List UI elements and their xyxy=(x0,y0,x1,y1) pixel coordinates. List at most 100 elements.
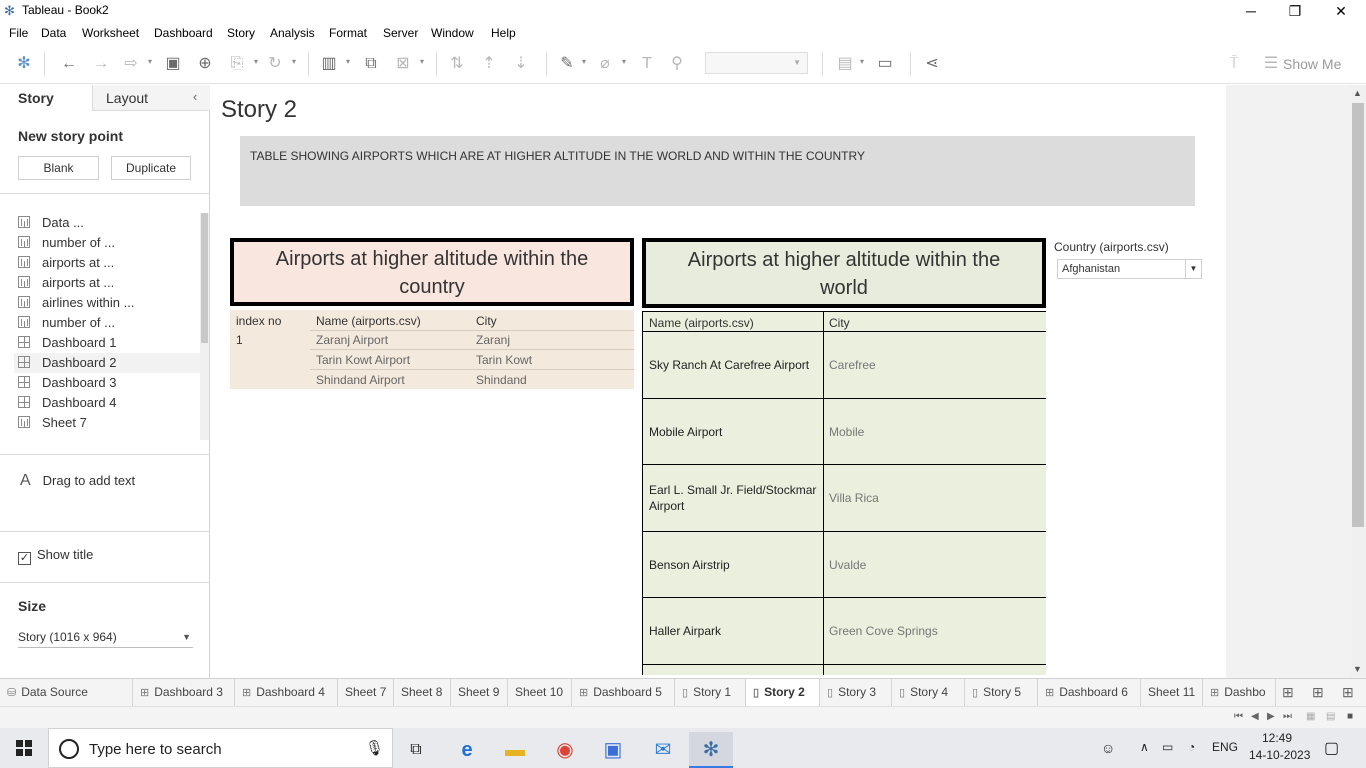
sheet-item[interactable]: Sheet 7 xyxy=(18,413,198,433)
sheet-sorter-icon[interactable]: ▦ xyxy=(1306,711,1315,722)
sheet-tab[interactable]: ▯ Story 4 xyxy=(892,679,965,706)
minimize-button[interactable]: ─ xyxy=(1228,0,1274,22)
sheet-item[interactable]: Dashboard 1 xyxy=(18,333,198,353)
mail-icon[interactable]: ✉ xyxy=(641,732,685,768)
vertical-scrollbar[interactable]: ▲ ▼ xyxy=(1350,85,1366,678)
first-tab-icon[interactable]: ⏮ xyxy=(1234,711,1243,722)
tabs-view-icon[interactable]: ■ xyxy=(1347,711,1353,722)
share-icon[interactable]: ⋖ xyxy=(921,53,943,75)
column-header[interactable]: City xyxy=(476,314,497,328)
drag-to-add-text[interactable]: A Drag to add text xyxy=(20,472,135,490)
scroll-up-icon[interactable]: ▲ xyxy=(1353,88,1362,98)
task-view-icon[interactable]: ⧉ xyxy=(394,732,438,768)
sort-descending-icon[interactable]: ⇣ xyxy=(510,53,532,75)
battery-icon[interactable]: ▭ xyxy=(1162,740,1173,754)
sheet-item[interactable]: airports at ... xyxy=(18,273,198,293)
fit-dropdown[interactable]: ▼ xyxy=(705,52,808,74)
sheet-list-scrollbar[interactable] xyxy=(200,213,209,440)
menu-worksheet[interactable]: Worksheet xyxy=(82,26,139,40)
show-cards-icon[interactable]: ▤ xyxy=(834,53,856,75)
collapse-panel-icon[interactable]: ‹ xyxy=(193,89,197,104)
new-worksheet-icon[interactable]: ⊞ xyxy=(1282,684,1294,701)
people-icon[interactable]: ☺ xyxy=(1101,740,1115,756)
sheet-tab[interactable]: ▯ Story 1 xyxy=(675,679,746,706)
duplicate-button[interactable]: Duplicate xyxy=(111,156,191,180)
menu-data[interactable]: Data xyxy=(41,26,66,40)
sheet-tab[interactable]: ▯ Story 3 xyxy=(820,679,892,706)
country-filter-dropdown[interactable]: Afghanistan ▼ xyxy=(1057,259,1202,279)
country-airports-table[interactable]: index no Name (airports.csv) City 1 Zara… xyxy=(230,310,634,389)
clock-time[interactable]: 12:49 xyxy=(1262,731,1292,745)
blank-button[interactable]: Blank xyxy=(18,156,99,180)
last-tab-icon[interactable]: ⏭ xyxy=(1283,711,1292,722)
show-me-icon[interactable]: ☰ xyxy=(1260,53,1282,75)
menu-story[interactable]: Story xyxy=(227,26,255,40)
show-title-checkbox[interactable]: ✓ Show title xyxy=(18,547,93,565)
sheet-tab[interactable]: Sheet 8 xyxy=(394,679,451,706)
show-me-button[interactable]: Show Me xyxy=(1283,56,1341,72)
duplicate-sheet-icon[interactable]: ⧉ xyxy=(360,53,382,75)
menu-format[interactable]: Format xyxy=(329,26,367,40)
sheet-tab[interactable]: ⊞ Dashboard 4 xyxy=(235,679,338,706)
sheet-item[interactable]: airlines within ... xyxy=(18,293,198,313)
sheet-tab[interactable]: ⊞ Dashbo xyxy=(1203,679,1276,706)
sheet-tab[interactable]: Sheet 10 xyxy=(508,679,572,706)
menu-server[interactable]: Server xyxy=(383,26,418,40)
presentation-mode-icon[interactable]: ▭ xyxy=(874,53,896,75)
sheet-item[interactable]: airports at ... xyxy=(18,253,198,273)
prev-tab-icon[interactable]: ◀ xyxy=(1251,711,1259,722)
maximize-button[interactable]: ❐ xyxy=(1272,0,1318,22)
redo-icon[interactable]: → xyxy=(90,53,112,75)
column-header[interactable]: Name (airports.csv) xyxy=(649,316,754,330)
save-icon[interactable]: ▣ xyxy=(162,53,184,75)
wifi-icon[interactable]: ◔ xyxy=(1188,740,1195,754)
show-mark-labels-icon[interactable]: T xyxy=(636,53,658,75)
next-tab-icon[interactable]: ▶ xyxy=(1267,711,1275,722)
tableau-taskbar-icon[interactable]: ✻ xyxy=(689,732,733,768)
notifications-icon[interactable]: ▢ xyxy=(1324,738,1339,758)
sheet-item[interactable]: number of ... xyxy=(18,313,198,333)
sheet-item[interactable]: number of ... xyxy=(18,233,198,253)
filmstrip-icon[interactable]: ▤ xyxy=(1326,711,1335,722)
new-worksheet-icon[interactable]: ▥ xyxy=(318,53,340,75)
sheet-tab[interactable]: Sheet 7 xyxy=(338,679,394,706)
tab-story[interactable]: Story xyxy=(0,85,92,111)
chevron-up-icon[interactable]: ∧ xyxy=(1140,740,1149,754)
fix-axes-icon[interactable]: ⚲ xyxy=(666,53,688,75)
clock-date[interactable]: 14-10-2023 xyxy=(1249,748,1310,762)
column-header[interactable]: City xyxy=(829,316,850,330)
highlight-icon[interactable]: ✎ xyxy=(556,53,578,75)
new-dashboard-icon[interactable]: ⊞ xyxy=(1312,684,1324,701)
menu-help[interactable]: Help xyxy=(491,26,516,40)
sheet-item[interactable]: Dashboard 2 xyxy=(14,353,200,373)
pause-updates-icon[interactable]: ⎘ xyxy=(226,53,248,75)
microphone-icon[interactable]: 🎙 xyxy=(365,739,384,757)
sheet-tab[interactable]: Sheet 9 xyxy=(451,679,508,706)
menu-window[interactable]: Window xyxy=(431,26,474,40)
undo-icon[interactable]: ← xyxy=(58,53,80,75)
sheet-tab-active[interactable]: ▯ Story 2 xyxy=(746,679,820,706)
world-airports-table[interactable]: Name (airports.csv) City Sky Ranch At Ca… xyxy=(642,311,1046,675)
sheet-item[interactable]: Data ... xyxy=(18,213,198,233)
menu-dashboard[interactable]: Dashboard xyxy=(154,26,213,40)
refresh-icon[interactable]: ↻ xyxy=(264,53,286,75)
clear-sheet-icon[interactable]: ⊠ xyxy=(392,53,414,75)
language-indicator[interactable]: ENG xyxy=(1212,740,1238,754)
sheet-tab[interactable]: ▯ Story 5 xyxy=(965,679,1038,706)
column-header[interactable]: index no xyxy=(236,314,281,328)
scroll-down-icon[interactable]: ▼ xyxy=(1353,664,1362,674)
size-dropdown[interactable]: Story (1016 x 964) ▼ xyxy=(18,628,193,648)
tableau-home-icon[interactable]: ✻ xyxy=(13,53,35,75)
sheet-item[interactable]: Dashboard 3 xyxy=(18,373,198,393)
sheet-tab[interactable]: ⊞ Dashboard 5 xyxy=(572,679,675,706)
taskbar-search[interactable]: Type here to search 🎙 xyxy=(48,728,393,768)
start-button[interactable] xyxy=(0,728,48,768)
edge-icon[interactable]: e xyxy=(445,732,489,768)
sort-ascending-icon[interactable]: ⇡ xyxy=(478,53,500,75)
column-header[interactable]: Name (airports.csv) xyxy=(316,314,421,328)
new-data-source-icon[interactable]: ⊕ xyxy=(194,53,216,75)
group-members-icon[interactable]: ⌀ xyxy=(594,53,616,75)
menu-analysis[interactable]: Analysis xyxy=(270,26,315,40)
tab-data-source[interactable]: ⛁ Data Source xyxy=(0,679,133,706)
menu-file[interactable]: File xyxy=(9,26,28,40)
